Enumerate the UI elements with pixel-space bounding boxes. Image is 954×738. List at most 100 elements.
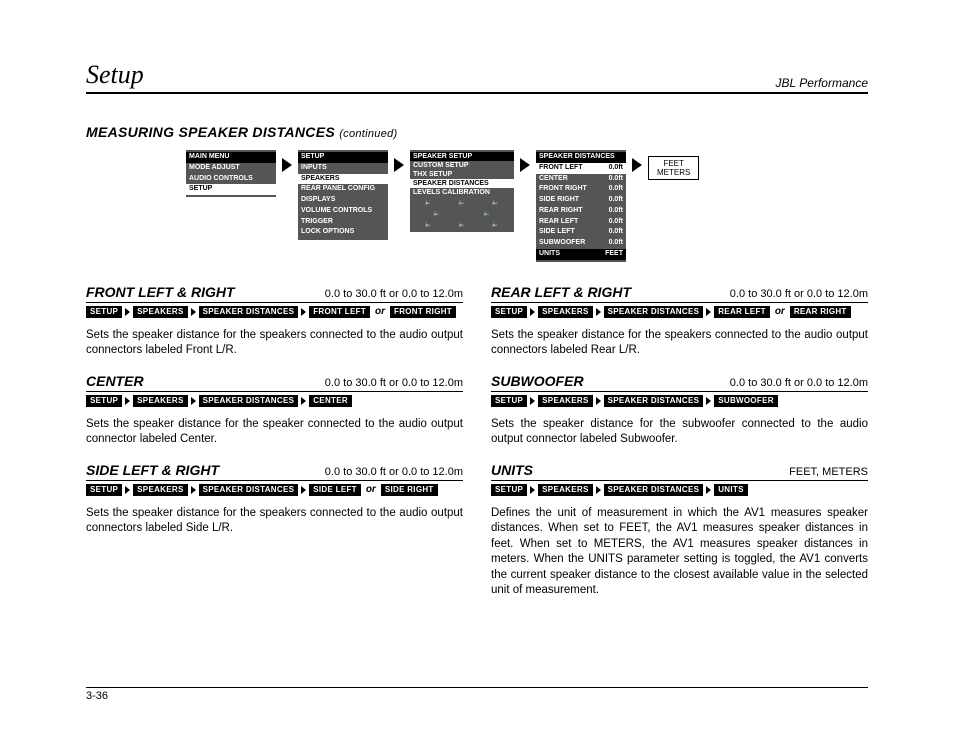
chevron-right-icon	[596, 486, 601, 494]
chevron-right-icon	[125, 308, 130, 316]
param-name: SIDE LEFT & RIGHT	[86, 462, 219, 478]
menu-item: CUSTOM SETUP	[410, 161, 514, 170]
param-range: 0.0 to 30.0 ft or 0.0 to 12.0m	[325, 377, 463, 389]
param-front: FRONT LEFT & RIGHT 0.0 to 30.0 ft or 0.0…	[86, 284, 463, 359]
chevron-right-icon	[596, 308, 601, 316]
menu-main: MAIN MENU MODE ADJUST AUDIO CONTROLS SET…	[186, 150, 276, 197]
arrow-right-icon	[632, 158, 642, 172]
menu-item: SUBWOOFER0.0ft	[536, 238, 626, 249]
menu-item: VOLUME CONTROLS	[298, 206, 388, 217]
param-name: FRONT LEFT & RIGHT	[86, 284, 235, 300]
crumb: UNITS	[714, 484, 748, 496]
chevron-right-icon	[301, 308, 306, 316]
crumb: SETUP	[86, 395, 122, 407]
crumb: SPEAKERS	[133, 395, 187, 407]
menu-speaker-setup: SPEAKER SETUP CUSTOM SETUP THX SETUP SPE…	[410, 150, 514, 232]
param-name: REAR LEFT & RIGHT	[491, 284, 631, 300]
menu-units-row: UNITSFEET	[536, 249, 626, 260]
or-label: or	[775, 306, 785, 317]
menu-item: REAR LEFT0.0ft	[536, 217, 626, 228]
crumb: REAR LEFT	[714, 306, 770, 318]
breadcrumb: SETUP SPEAKERS SPEAKER DISTANCES UNITS	[491, 484, 868, 496]
param-range: 0.0 to 30.0 ft or 0.0 to 12.0m	[325, 466, 463, 478]
menu-item: DISPLAYS	[298, 195, 388, 206]
or-label: or	[366, 484, 376, 495]
crumb: SETUP	[491, 395, 527, 407]
units-options-box: FEET METERS	[648, 156, 699, 180]
speaker-icons-row: 🔈 🔈 🔈	[410, 219, 514, 230]
menu-item: AUDIO CONTROLS	[186, 174, 276, 185]
param-rear: REAR LEFT & RIGHT 0.0 to 30.0 ft or 0.0 …	[491, 284, 868, 359]
speaker-icon: 🔈	[458, 199, 465, 206]
crumb: SPEAKERS	[133, 484, 187, 496]
param-range: 0.0 to 30.0 ft or 0.0 to 12.0m	[730, 377, 868, 389]
speaker-icon: 🔈	[433, 210, 440, 217]
breadcrumb: SETUP SPEAKERS SPEAKER DISTANCES SIDE LE…	[86, 484, 463, 496]
param-name: SUBWOOFER	[491, 373, 584, 389]
crumb: SPEAKERS	[538, 395, 592, 407]
param-range: 0.0 to 30.0 ft or 0.0 to 12.0m	[325, 288, 463, 300]
chevron-right-icon	[301, 486, 306, 494]
speaker-icons-row: 🔈 🔈 🔈	[410, 197, 514, 208]
chevron-right-icon	[596, 397, 601, 405]
breadcrumb: SETUP SPEAKERS SPEAKER DISTANCES REAR LE…	[491, 306, 868, 318]
crumb: SETUP	[86, 484, 122, 496]
page-footer: 3-36	[86, 687, 868, 702]
crumb: SPEAKER DISTANCES	[199, 484, 299, 496]
param-units: UNITS FEET, METERS SETUP SPEAKERS SPEAKE…	[491, 462, 868, 599]
or-label: or	[375, 306, 385, 317]
arrow-right-icon	[394, 158, 404, 172]
right-column: REAR LEFT & RIGHT 0.0 to 30.0 ft or 0.0 …	[491, 284, 868, 613]
crumb: SPEAKER DISTANCES	[604, 395, 704, 407]
param-body: Defines the unit of measurement in which…	[491, 506, 868, 599]
menu-header: MAIN MENU	[186, 152, 276, 163]
param-body: Sets the speaker distance for the speake…	[86, 417, 463, 448]
chevron-right-icon	[530, 308, 535, 316]
menu-item: SIDE RIGHT0.0ft	[536, 195, 626, 206]
param-body: Sets the speaker distance for the speake…	[491, 328, 868, 359]
crumb: FRONT RIGHT	[390, 306, 456, 318]
speaker-icon: 🔈	[425, 221, 432, 228]
menu-speaker-distances: SPEAKER DISTANCES FRONT LEFT0.0ft CENTER…	[536, 150, 626, 262]
arrow-right-icon	[282, 158, 292, 172]
param-head: CENTER 0.0 to 30.0 ft or 0.0 to 12.0m	[86, 373, 463, 392]
crumb: SETUP	[491, 484, 527, 496]
param-range: FEET, METERS	[789, 466, 868, 478]
menu-item: TRIGGER	[298, 217, 388, 228]
chevron-right-icon	[706, 308, 711, 316]
speaker-icon: 🔈	[492, 221, 499, 228]
speaker-icon: 🔈	[425, 199, 432, 206]
page-title: Setup	[86, 60, 144, 90]
param-head: UNITS FEET, METERS	[491, 462, 868, 481]
section-title-cont: (continued)	[339, 128, 397, 140]
menu-item: LEVELS CALIBRATION	[410, 188, 514, 197]
chevron-right-icon	[530, 397, 535, 405]
menu-item: THX SETUP	[410, 170, 514, 179]
chevron-right-icon	[191, 397, 196, 405]
chevron-right-icon	[191, 308, 196, 316]
menu-item: INPUTS	[298, 163, 388, 174]
param-body: Sets the speaker distance for the speake…	[86, 328, 463, 359]
param-subwoofer: SUBWOOFER 0.0 to 30.0 ft or 0.0 to 12.0m…	[491, 373, 868, 448]
menu-item: REAR RIGHT0.0ft	[536, 206, 626, 217]
menu-item: LOCK OPTIONS	[298, 227, 388, 238]
units-option: METERS	[657, 168, 690, 177]
menu-item-selected: SETUP	[186, 184, 276, 195]
speaker-icon: 🔈	[483, 210, 490, 217]
menu-item-selected: SPEAKERS	[298, 174, 388, 185]
crumb: FRONT LEFT	[309, 306, 370, 318]
breadcrumb: SETUP SPEAKERS SPEAKER DISTANCES CENTER	[86, 395, 463, 407]
param-head: FRONT LEFT & RIGHT 0.0 to 30.0 ft or 0.0…	[86, 284, 463, 303]
param-range: 0.0 to 30.0 ft or 0.0 to 12.0m	[730, 288, 868, 300]
param-head: REAR LEFT & RIGHT 0.0 to 30.0 ft or 0.0 …	[491, 284, 868, 303]
menu-item: SIDE LEFT0.0ft	[536, 227, 626, 238]
crumb: SPEAKER DISTANCES	[604, 484, 704, 496]
chevron-right-icon	[301, 397, 306, 405]
chevron-right-icon	[530, 486, 535, 494]
crumb: SPEAKER DISTANCES	[604, 306, 704, 318]
crumb: SPEAKERS	[538, 306, 592, 318]
chevron-right-icon	[706, 397, 711, 405]
crumb: SUBWOOFER	[714, 395, 778, 407]
param-body: Sets the speaker distance for the subwoo…	[491, 417, 868, 448]
menu-item: FRONT RIGHT0.0ft	[536, 184, 626, 195]
